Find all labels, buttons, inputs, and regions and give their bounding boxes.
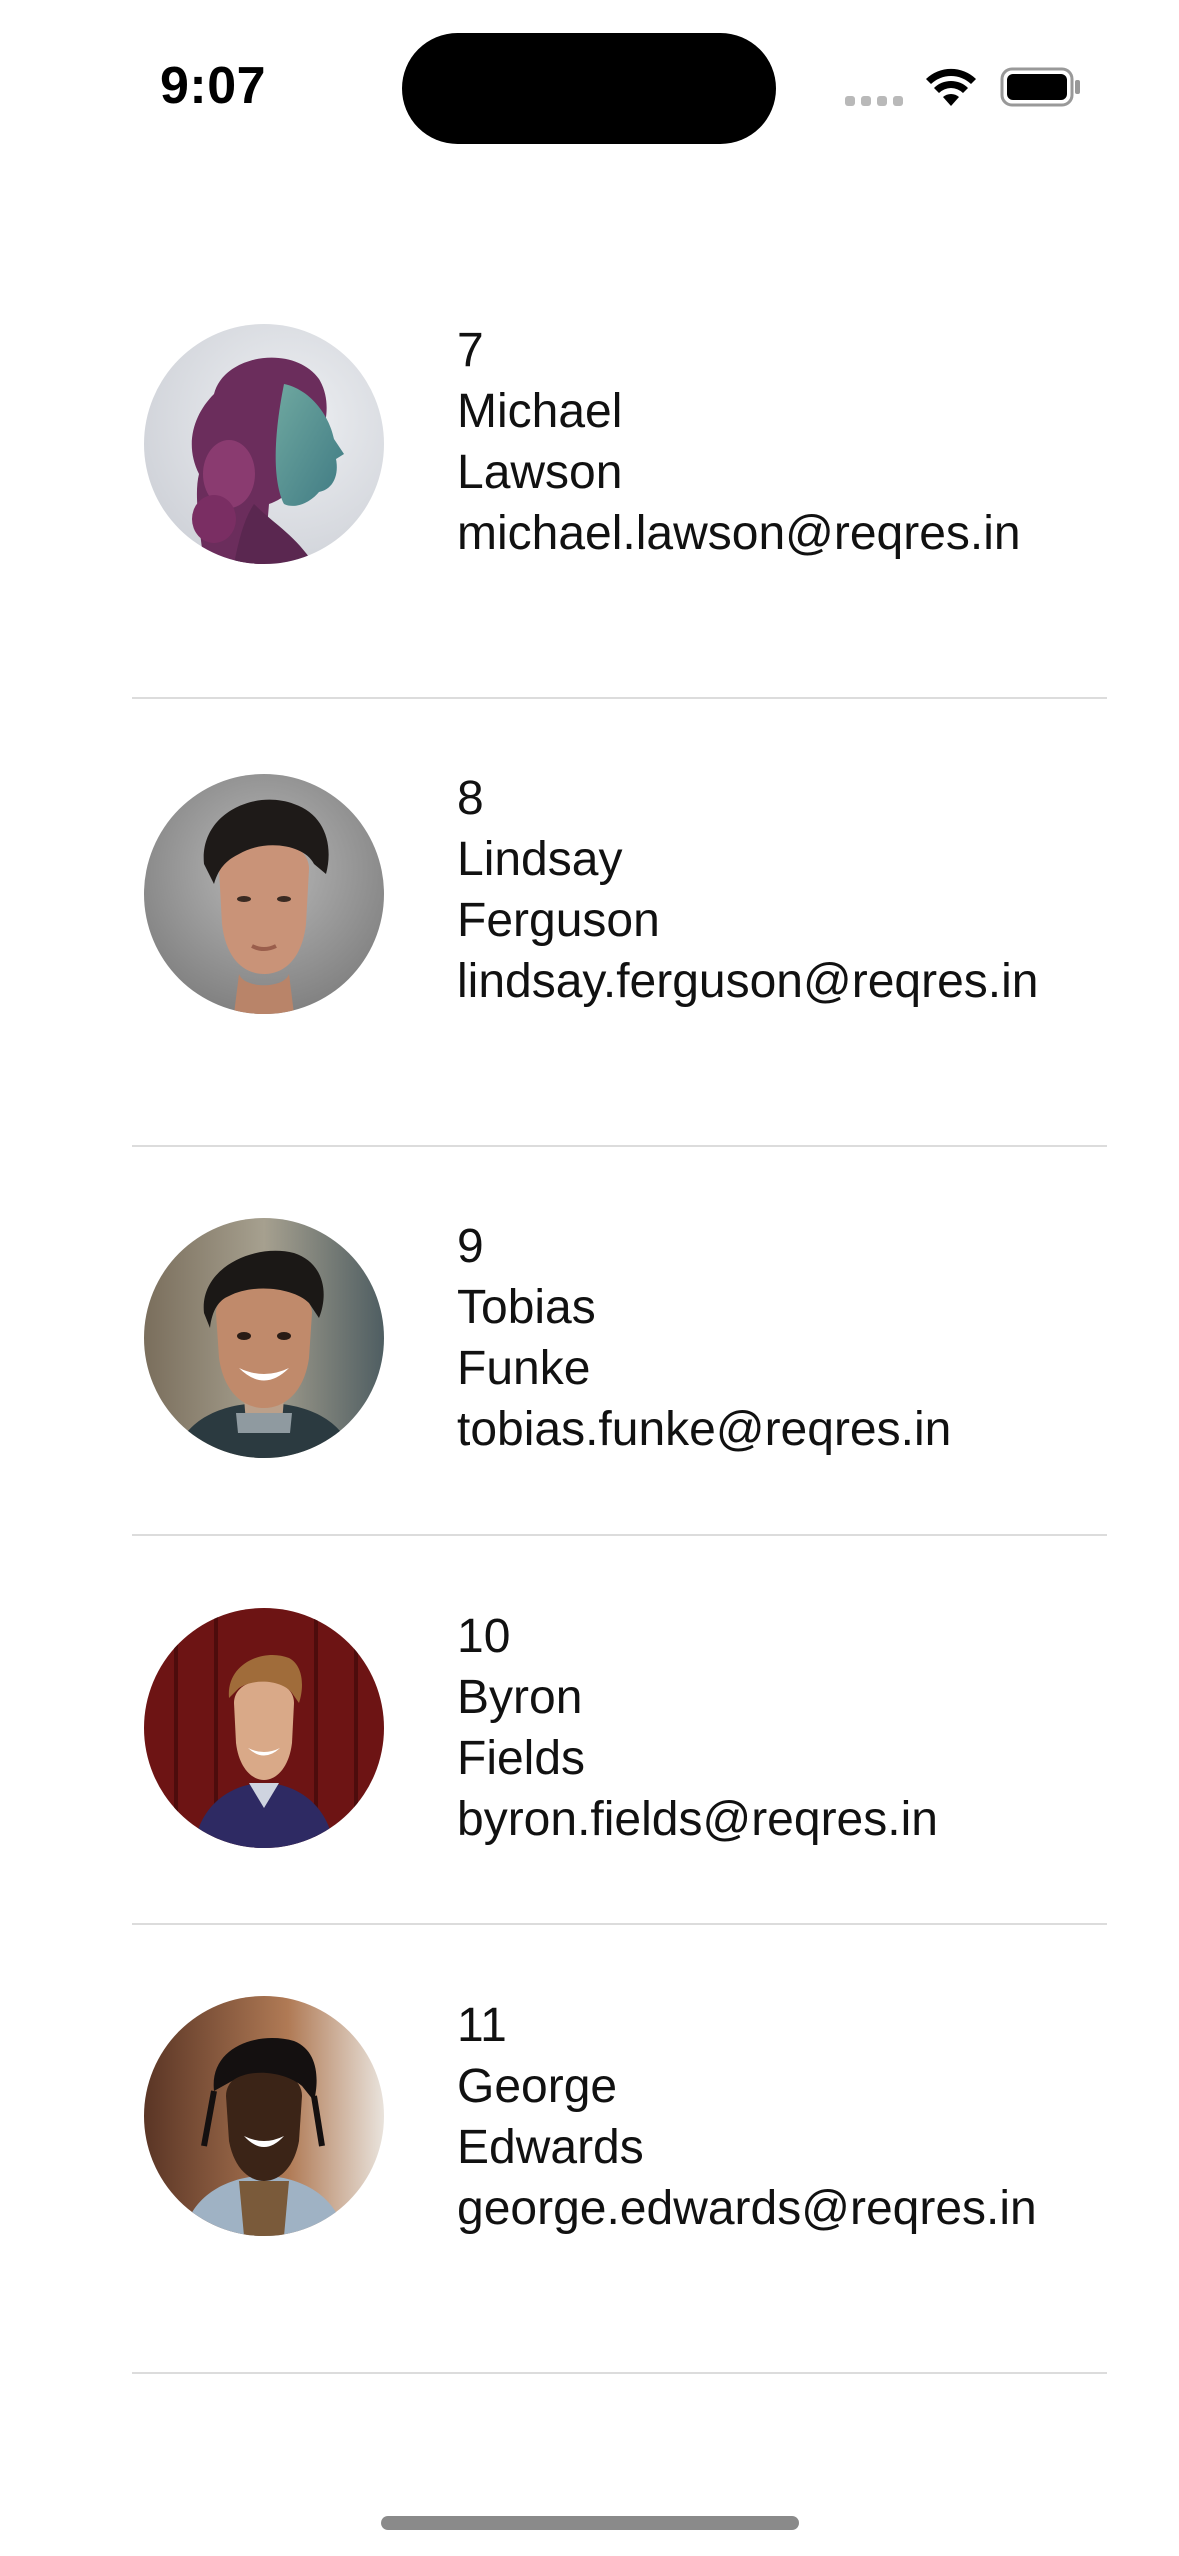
avatar-woman-profile-icon	[144, 324, 384, 564]
user-first-name: Byron	[457, 1671, 583, 1724]
user-email: lindsay.ferguson@reqres.in	[457, 955, 1039, 1008]
avatar	[144, 1218, 384, 1458]
row-divider	[132, 697, 1107, 699]
user-first-name: Lindsay	[457, 833, 623, 886]
user-email: byron.fields@reqres.in	[457, 1793, 938, 1846]
user-id: 7	[457, 324, 484, 377]
avatar	[144, 1608, 384, 1848]
row-divider	[132, 1923, 1107, 1925]
avatar-man-street-icon	[144, 1996, 384, 2236]
status-time: 9:07	[160, 57, 267, 115]
user-first-name: Tobias	[457, 1281, 596, 1334]
user-info: 11 George Edwards george.edwards@reqres.…	[457, 1995, 1047, 2239]
user-last-name: Ferguson	[457, 894, 660, 947]
status-bar: 9:07	[0, 0, 1179, 170]
user-info: 10 Byron Fields byron.fields@reqres.in	[457, 1606, 1047, 1850]
user-id: 8	[457, 772, 484, 825]
user-last-name: Lawson	[457, 446, 623, 499]
user-last-name: Funke	[457, 1342, 591, 1395]
user-info: 9 Tobias Funke tobias.funke@reqres.in	[457, 1216, 1047, 1460]
avatar-smiling-man-icon	[144, 1218, 384, 1458]
user-email: george.edwards@reqres.in	[457, 2182, 1037, 2235]
user-email: michael.lawson@reqres.in	[457, 507, 1021, 560]
user-last-name: Fields	[457, 1732, 586, 1785]
user-id: 11	[457, 1999, 507, 2052]
avatar	[144, 324, 384, 564]
wifi-icon	[926, 68, 976, 106]
avatar	[144, 774, 384, 1014]
cellular-signal-icon	[845, 96, 905, 106]
avatar-man-red-wall-icon	[144, 1608, 384, 1848]
user-info: 8 Lindsay Ferguson lindsay.ferguson@reqr…	[457, 768, 1047, 1012]
row-divider	[132, 1145, 1107, 1147]
user-email: tobias.funke@reqres.in	[457, 1403, 952, 1456]
battery-icon	[1000, 67, 1080, 107]
user-id: 10	[457, 1610, 511, 1663]
user-info: 7 Michael Lawson michael.lawson@reqres.i…	[457, 320, 1047, 564]
row-divider	[132, 2372, 1107, 2374]
avatar	[144, 1996, 384, 2236]
user-id: 9	[457, 1220, 484, 1273]
avatar-young-man-icon	[144, 774, 384, 1014]
row-divider	[132, 1534, 1107, 1536]
home-indicator[interactable]	[381, 2516, 799, 2530]
user-first-name: Michael	[457, 385, 623, 438]
user-first-name: George	[457, 2060, 618, 2113]
dynamic-island	[402, 33, 776, 144]
user-last-name: Edwards	[457, 2121, 644, 2174]
